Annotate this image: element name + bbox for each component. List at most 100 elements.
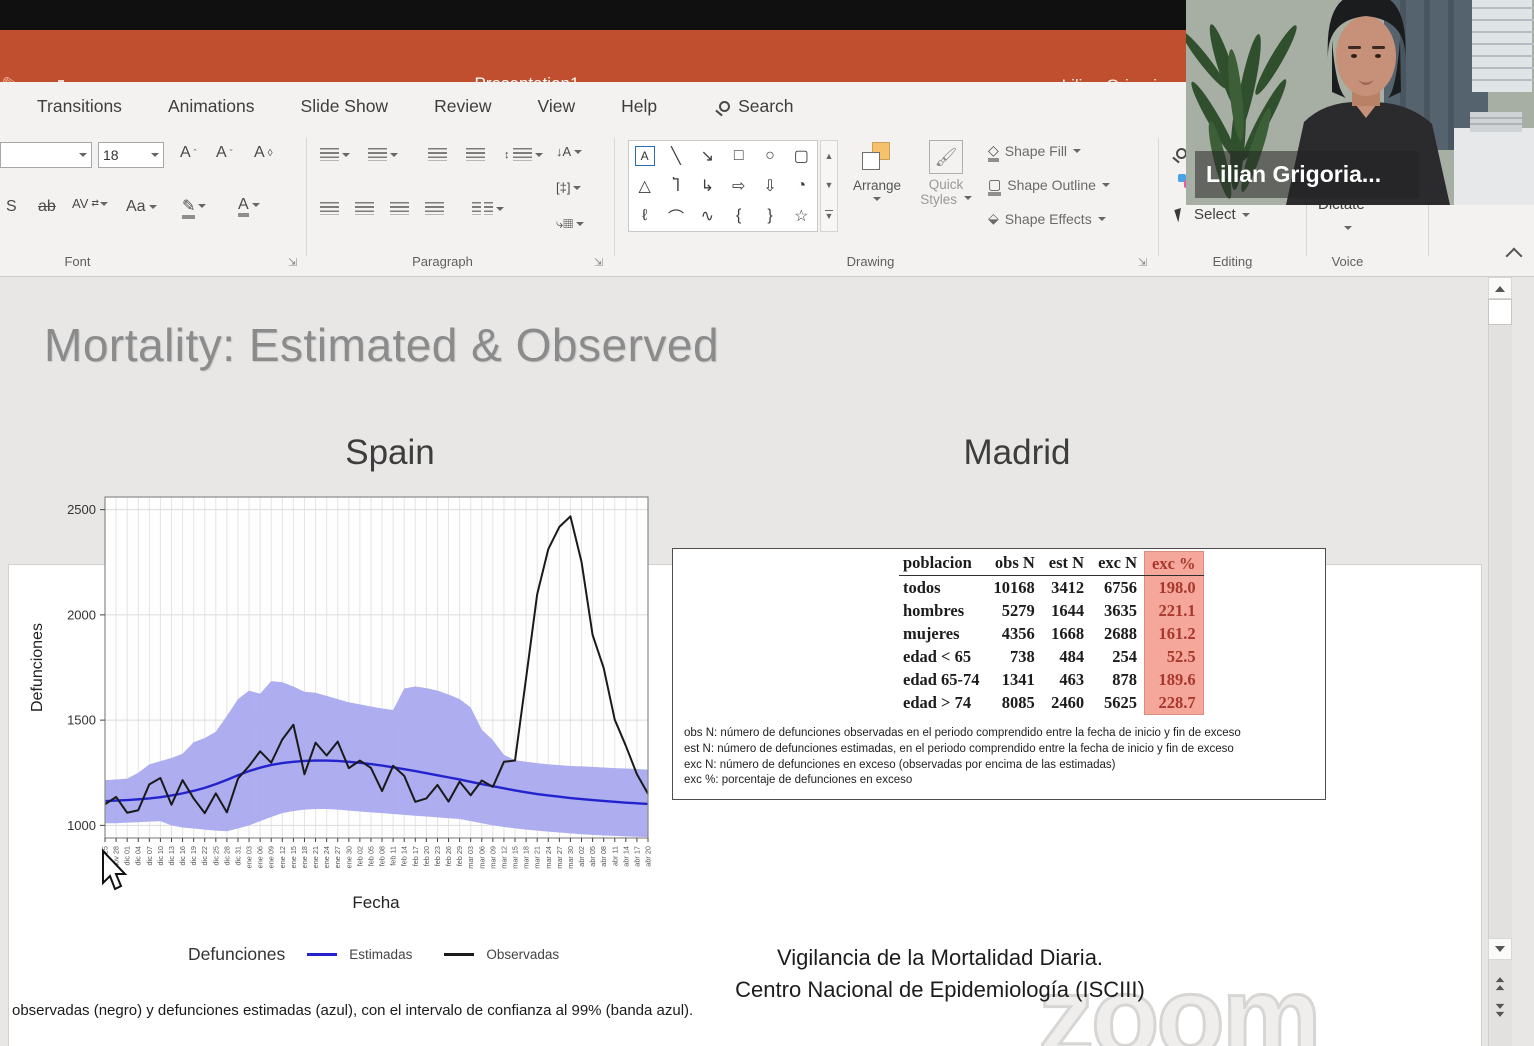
- svg-text:feb 14: feb 14: [400, 846, 409, 866]
- text-highlight-button[interactable]: ✎: [182, 196, 206, 216]
- font-name-combobox[interactable]: [0, 142, 92, 168]
- table-row: hombres527916443635221.1: [899, 599, 1203, 622]
- tab-view[interactable]: View: [537, 96, 575, 117]
- shape-effects-button[interactable]: ⬙ Shape Effects: [988, 210, 1106, 227]
- left-brace-shape-icon[interactable]: {: [736, 207, 741, 225]
- textbox-shape-icon[interactable]: A: [635, 146, 655, 166]
- freeform-shape-icon[interactable]: ◔: [796, 177, 806, 195]
- svg-text:dic 25: dic 25: [211, 846, 220, 865]
- table-cell: 6756: [1091, 576, 1144, 600]
- svg-text:abr 20: abr 20: [644, 846, 653, 867]
- scroll-down-button[interactable]: [1488, 938, 1512, 960]
- paragraph-dialog-launcher[interactable]: ⇲: [594, 256, 603, 269]
- text-direction-button[interactable]: ↓A: [556, 144, 582, 159]
- svg-text:ene 15: ene 15: [289, 846, 298, 868]
- svg-text:dic 07: dic 07: [145, 846, 154, 865]
- tab-review[interactable]: Review: [434, 96, 491, 117]
- shrink-font-button[interactable]: Aˇ: [216, 144, 233, 162]
- align-left-button[interactable]: [320, 202, 339, 215]
- scribble-shape-icon[interactable]: ℓ: [642, 207, 647, 225]
- chart-legend: Defunciones Estimadas Observadas: [188, 944, 559, 965]
- triangle-shape-icon[interactable]: △: [639, 176, 651, 196]
- search-box[interactable]: Search: [719, 96, 793, 117]
- svg-text:dic 31: dic 31: [233, 846, 242, 865]
- shape-fill-button[interactable]: ◇ Shape Fill: [988, 142, 1081, 159]
- grow-font-button[interactable]: Aˆ: [180, 144, 197, 162]
- table-cell: 189.6: [1145, 668, 1204, 691]
- line-shape-icon[interactable]: ╲: [671, 146, 681, 166]
- table-cell: 2688: [1091, 622, 1144, 645]
- justify-button[interactable]: [425, 202, 444, 215]
- svg-text:dic 28: dic 28: [222, 846, 231, 865]
- svg-text:ene 27: ene 27: [333, 846, 342, 868]
- shapes-gallery-scroll[interactable]: ▲▼▼: [820, 140, 838, 232]
- convert-to-smartart-button[interactable]: ⤷▦: [556, 216, 584, 232]
- svg-text:2000: 2000: [67, 607, 96, 622]
- down-arrow-shape-icon[interactable]: ⇩: [763, 176, 776, 196]
- strikethrough-button[interactable]: ab: [38, 198, 56, 216]
- rectangle-shape-icon[interactable]: □: [734, 147, 744, 165]
- paragraph-group-label: Paragraph: [395, 254, 490, 269]
- elbow-arrow-connector-shape-icon[interactable]: ↳: [701, 176, 714, 196]
- vertical-scrollbar[interactable]: [1488, 277, 1512, 1046]
- scrollbar-thumb[interactable]: [1488, 299, 1512, 325]
- select-button[interactable]: Select: [1176, 206, 1250, 223]
- table-cell: mujeres: [899, 622, 987, 645]
- font-color-button[interactable]: A: [238, 196, 260, 214]
- dictate-dropdown-icon[interactable]: [1344, 226, 1352, 234]
- arrow-line-shape-icon[interactable]: ↘: [701, 146, 714, 166]
- svg-text:ene 06: ene 06: [256, 846, 265, 868]
- right-brace-shape-icon[interactable]: }: [767, 207, 772, 225]
- align-center-button[interactable]: [355, 202, 374, 215]
- previous-slide-button[interactable]: [1492, 972, 1508, 988]
- webcam-name-tag: Lilian Grigoria...: [1195, 151, 1419, 198]
- x-axis-title: Fecha: [226, 893, 526, 913]
- drawing-dialog-launcher[interactable]: ⇲: [1138, 256, 1147, 269]
- star-shape-icon[interactable]: ☆: [794, 206, 808, 226]
- svg-text:mar 30: mar 30: [566, 846, 575, 869]
- font-size-value: 18: [103, 147, 119, 163]
- next-slide-button[interactable]: [1492, 1006, 1508, 1022]
- font-size-combobox[interactable]: 18: [98, 142, 164, 168]
- align-right-button[interactable]: [390, 202, 409, 215]
- tab-help[interactable]: Help: [621, 96, 657, 117]
- table-cell: edad < 65: [899, 645, 987, 668]
- bullets-button[interactable]: [320, 148, 350, 161]
- scroll-up-button[interactable]: [1488, 277, 1512, 299]
- editing-group-label: Editing: [1185, 254, 1280, 269]
- tab-slide-show[interactable]: Slide Show: [301, 96, 389, 117]
- font-dialog-launcher[interactable]: ⇲: [288, 256, 297, 269]
- curve-shape-icon[interactable]: ∿: [701, 206, 714, 226]
- elbow-connector-shape-icon[interactable]: Ⴈ: [672, 176, 679, 196]
- align-text-button[interactable]: [‡]: [556, 180, 581, 195]
- svg-text:ene 12: ene 12: [278, 846, 287, 868]
- tab-animations[interactable]: Animations: [168, 96, 255, 117]
- tab-transitions[interactable]: Transitions: [37, 96, 122, 117]
- table-cell: 5625: [1091, 691, 1144, 715]
- character-spacing-button[interactable]: AV⇄: [72, 196, 108, 211]
- gallery-scroll-down-icon: ▼: [825, 180, 834, 190]
- line-spacing-button[interactable]: ↕: [504, 148, 543, 161]
- table-footnotes: obs N: número de defunciones observadas …: [684, 726, 1312, 789]
- gallery-scroll-up-icon: ▲: [825, 151, 834, 161]
- svg-text:mar 12: mar 12: [499, 846, 508, 869]
- oval-shape-icon[interactable]: ○: [765, 147, 775, 165]
- change-case-button[interactable]: Aa: [126, 198, 157, 216]
- rounded-rectangle-shape-icon[interactable]: ▢: [794, 146, 809, 166]
- quick-styles-button[interactable]: 🖌 Quick Styles: [915, 140, 977, 207]
- columns-button[interactable]: [472, 202, 504, 215]
- shape-outline-button[interactable]: ▢ Shape Outline: [988, 176, 1110, 193]
- decrease-indent-button[interactable]: [428, 148, 447, 161]
- collapse-ribbon-icon[interactable]: [1506, 248, 1523, 265]
- arrange-button[interactable]: Arrange: [845, 142, 909, 205]
- clear-formatting-button[interactable]: A◊: [254, 144, 273, 162]
- quick-styles-icon: 🖌: [929, 140, 963, 174]
- underline-button[interactable]: S: [6, 198, 17, 216]
- svg-text:mar 03: mar 03: [466, 846, 475, 869]
- increase-indent-button[interactable]: [466, 148, 485, 161]
- svg-text:ene 18: ene 18: [300, 846, 309, 868]
- numbering-button[interactable]: [368, 148, 398, 161]
- svg-text:abr 05: abr 05: [588, 846, 597, 867]
- arc-shape-icon[interactable]: ⌒: [668, 204, 684, 228]
- right-arrow-shape-icon[interactable]: ⇨: [732, 176, 745, 196]
